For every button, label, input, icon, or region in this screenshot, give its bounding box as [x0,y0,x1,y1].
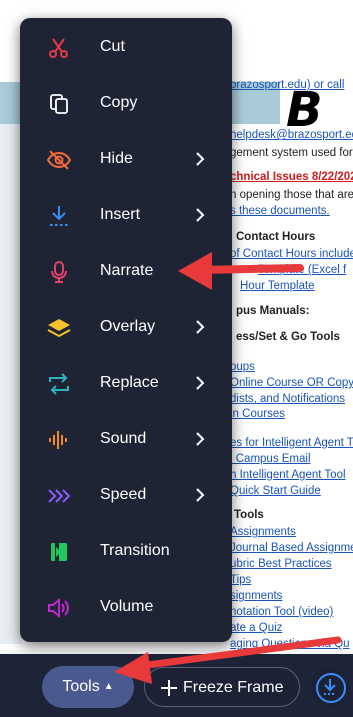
doc-line[interactable]: l Campus Email [230,452,311,466]
menu-item-label: Cut [100,38,125,55]
caret-up-icon: ▲ [103,681,114,692]
menu-item-overlay[interactable]: Overlay [20,300,232,356]
menu-item-cut[interactable]: Cut [20,20,232,76]
menu-item-label: Volume [100,598,154,615]
scissors-icon [46,35,72,61]
download-button[interactable] [310,667,350,707]
doc-line[interactable]: dists, and Notifications [230,392,345,406]
menu-item-label: Sound [100,430,147,447]
eye-slash-icon [46,147,72,173]
menu-item-hide[interactable]: Hide [20,132,232,188]
doc-line[interactable]: helpdesk@brazosport.ed [230,128,353,142]
menu-item-label: Copy [100,94,138,111]
doc-line[interactable]: es for Intelligent Agent To [230,436,353,450]
menu-item-label: Speed [100,486,147,503]
menu-item-label: Replace [100,374,159,391]
speed-chevrons-icon [46,483,72,509]
doc-line[interactable]: Hour Template [240,279,315,293]
doc-line[interactable]: in Courses [230,407,285,421]
doc-line[interactable]: brazosport.edu) or call [230,78,344,92]
doc-line[interactable]: of Contact Hours include [230,247,353,261]
doc-line: ess/Set & Go Tools [236,331,340,343]
tools-button-label: Tools [62,678,100,695]
menu-item-sound[interactable]: Sound [20,412,232,468]
tools-button[interactable]: Tools ▲ [42,666,134,708]
download-icon [324,679,336,695]
transition-icon [46,539,72,565]
chevron-right-icon [196,488,205,502]
plus-icon [161,680,177,696]
doc-line[interactable]: oups [230,360,255,374]
doc-line[interactable]: Online Course OR Copyi [230,376,353,390]
doc-line[interactable]: ubric Best Practices [230,557,332,571]
doc-line[interactable]: Quick Start Guide [230,484,321,498]
chevron-right-icon [196,432,205,446]
doc-line[interactable]: ate a Quiz [230,621,282,635]
doc-line[interactable]: chnical Issues 8/22/2022 [230,170,353,184]
menu-item-replace[interactable]: Replace [20,356,232,412]
doc-line[interactable]: signments [230,589,282,603]
menu-item-speed[interactable]: Speed [20,468,232,524]
insert-download-icon [46,203,72,229]
doc-line: Tools [234,509,264,521]
replace-swap-icon [46,371,72,397]
doc-line[interactable]: Assignments [230,525,296,539]
menu-item-insert[interactable]: Insert [20,188,232,244]
menu-item-label: Hide [100,150,133,167]
microphone-icon [46,259,72,285]
chevron-right-icon [196,208,205,222]
menu-item-label: Narrate [100,262,154,279]
doc-line[interactable]: aging Questions via Qu [230,637,350,651]
tools-menu: Cut Copy Hide Insert Narrate Overlay Rep… [20,18,232,642]
doc-line[interactable]: Template (Excel f [258,263,346,277]
doc-line[interactable]: Journal Based Assignme [230,541,353,555]
copy-icon [46,91,72,117]
doc-line[interactable]: s these documents. [230,204,330,218]
layers-icon [46,315,72,341]
sound-wave-icon [46,427,72,453]
menu-item-label: Overlay [100,318,156,335]
doc-line: n opening those that are [230,189,353,201]
doc-line[interactable]: h Intelligent Agent Tool [230,468,346,482]
freeze-frame-button[interactable]: Freeze Frame [144,667,300,707]
freeze-frame-label: Freeze Frame [183,679,284,696]
menu-item-transition[interactable]: Transition [20,524,232,580]
menu-item-narrate[interactable]: Narrate [20,244,232,300]
doc-line: gement system used for [230,147,353,159]
menu-item-label: Transition [100,542,170,559]
doc-line[interactable]: notation Tool (video) [230,605,333,619]
chevron-right-icon [196,376,205,390]
chevron-right-icon [196,152,205,166]
document-left-column [0,124,22,644]
menu-item-volume[interactable]: Volume [20,580,232,636]
doc-line: Contact Hours [236,231,316,243]
menu-item-copy[interactable]: Copy [20,76,232,132]
volume-icon [46,595,72,621]
doc-line[interactable]: Tips [230,573,251,587]
doc-line: pus Manuals: [236,305,310,317]
chevron-right-icon [196,320,205,334]
menu-item-label: Insert [100,206,141,223]
